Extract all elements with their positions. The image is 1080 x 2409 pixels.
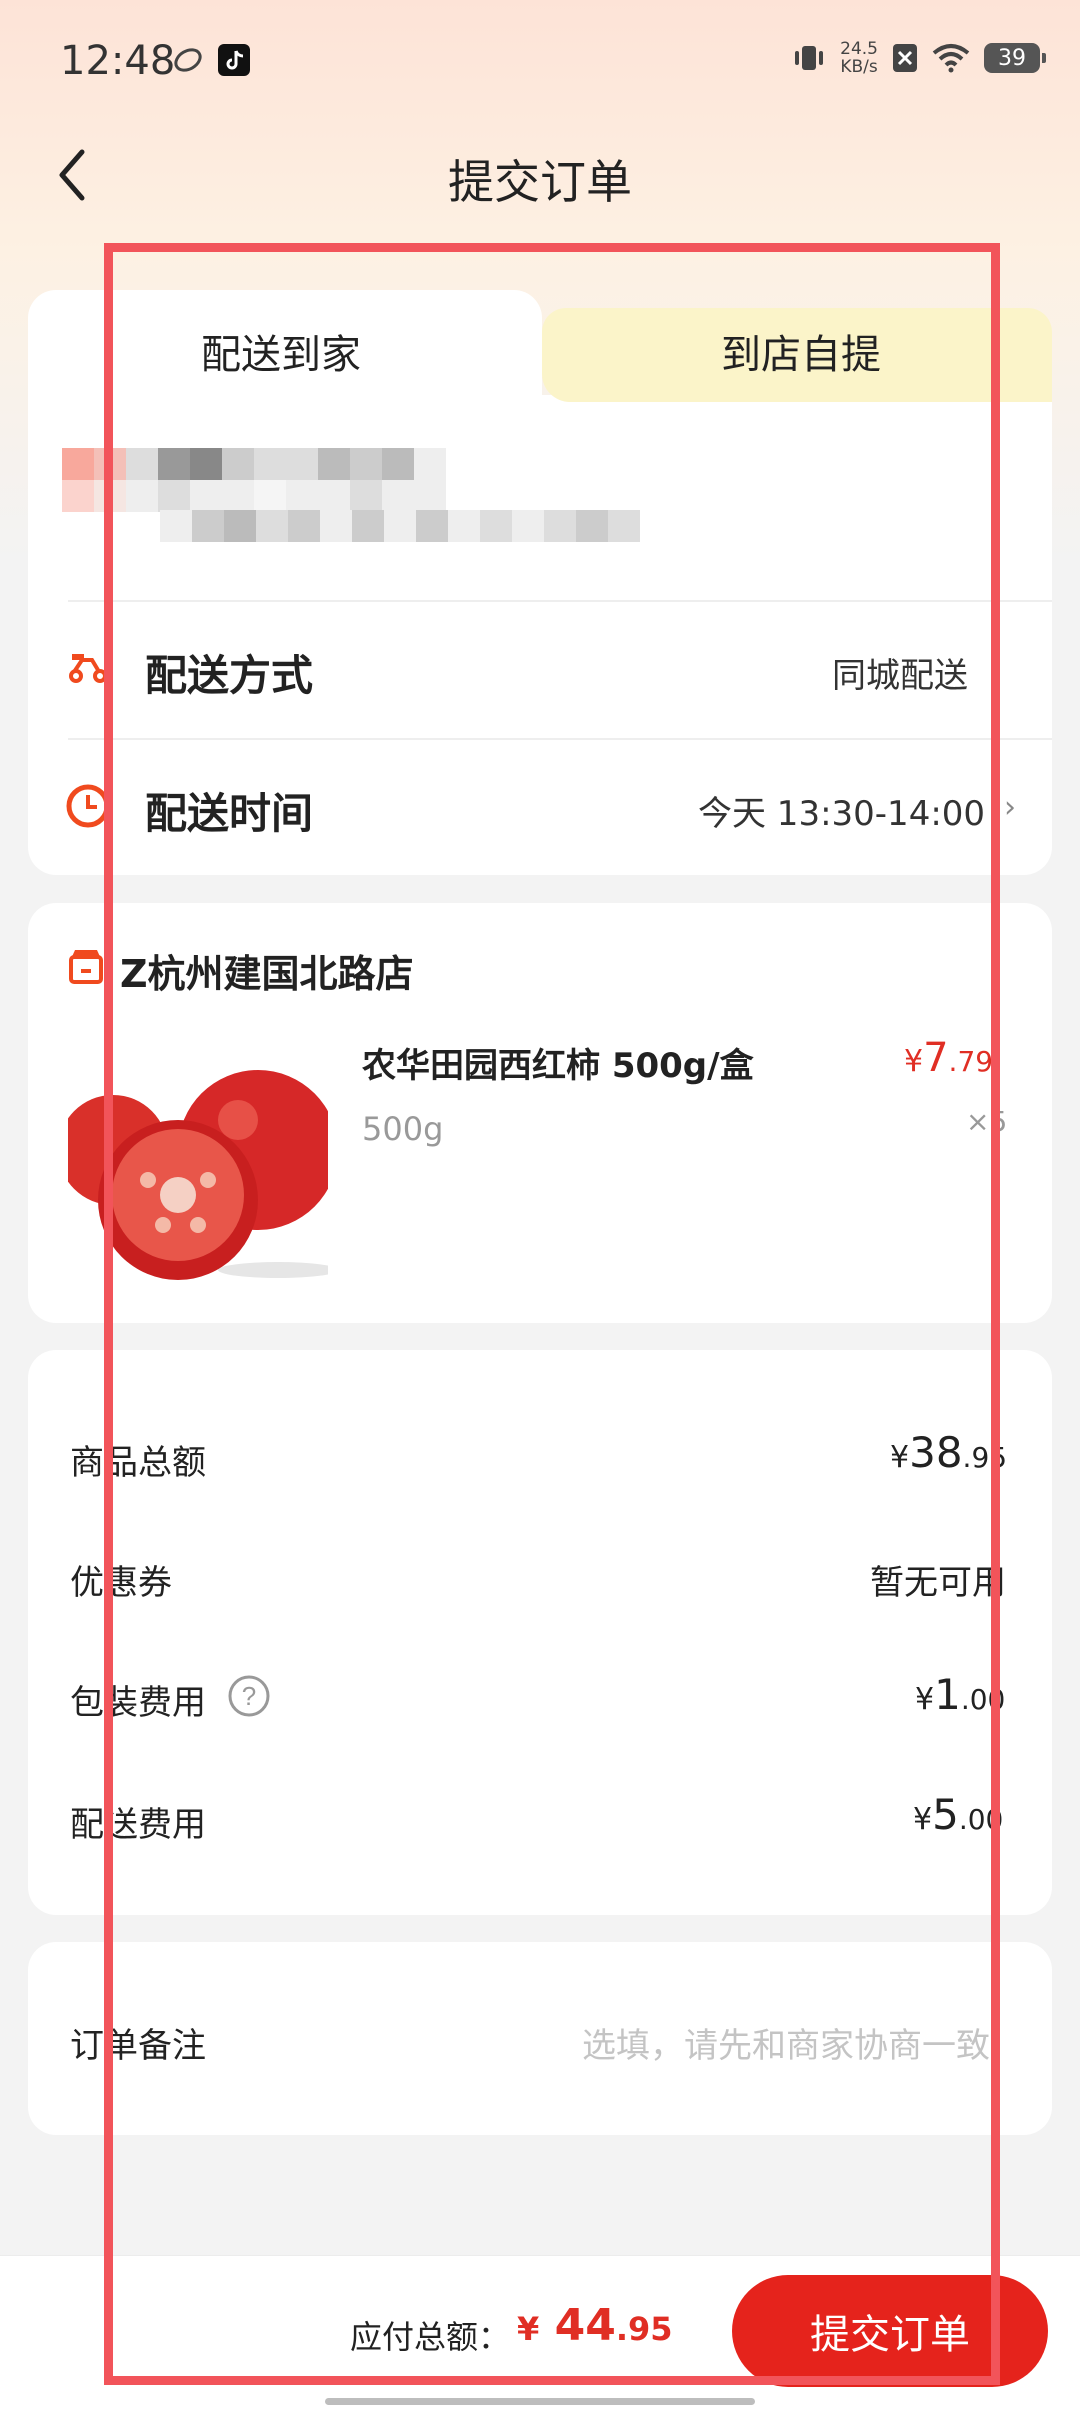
submit-order-button[interactable]: 提交订单 (732, 2275, 1048, 2387)
fee-label-packaging: 包装费用 (70, 1683, 206, 1723)
net-speed-unit: KB/s (840, 57, 878, 77)
fee-decimal: .00 (958, 1803, 1004, 1836)
tiktok-icon (218, 44, 250, 76)
price-integer: 7 (923, 1035, 949, 1081)
currency-symbol: ¥ (890, 1440, 910, 1475)
page-title: 提交订单 (448, 155, 632, 209)
currency-symbol: ¥ (517, 2310, 540, 2348)
fee-value-packaging: ¥1.00 (915, 1670, 1005, 1719)
help-icon[interactable]: ? (228, 1675, 270, 1717)
address-redacted[interactable] (62, 448, 542, 512)
coupon-value[interactable]: 暂无可用 (870, 1555, 1006, 1604)
fee-integer: 1 (934, 1670, 961, 1719)
currency-symbol: ¥ (904, 1044, 924, 1079)
wifi-icon (932, 44, 970, 73)
vibrate-icon (795, 46, 824, 70)
clock-icon (66, 784, 110, 828)
delivery-time-label: 配送时间 (145, 789, 314, 838)
battery-icon: 39 (984, 43, 1046, 73)
fee-value-delivery: ¥5.00 (913, 1790, 1003, 1839)
delivery-method-value[interactable]: 同城配送 (832, 648, 968, 697)
total-amount: ¥ 44.95 (517, 2300, 673, 2351)
price-decimal: .79 (948, 1045, 994, 1078)
status-time: 12:48 (60, 38, 176, 84)
product-price: ¥7.79 (904, 1035, 993, 1081)
divider (68, 600, 1052, 602)
net-speed: 24.5 KB/s (840, 40, 878, 76)
order-note-label: 订单备注 (70, 2026, 206, 2066)
fee-label-delivery: 配送费用 (70, 1805, 206, 1845)
home-indicator[interactable] (325, 2398, 755, 2405)
status-right: 24.5 KB/s 39 (792, 40, 1046, 76)
tab-store-pickup-label: 到店自提 (721, 332, 881, 378)
divider (68, 738, 1052, 740)
product-quantity: ×5 (966, 1105, 1008, 1138)
fee-label-coupon: 优惠券 (70, 1563, 172, 1603)
currency-symbol: ¥ (913, 1802, 933, 1837)
product-name[interactable]: 农华田园西红柿 500g/盒 (362, 1038, 754, 1087)
scooter-icon (69, 654, 107, 683)
status-bar: 12:48 24.5 KB/s 39 (0, 0, 1080, 125)
app-notification-icon (174, 48, 202, 72)
product-spec: 500g (362, 1110, 444, 1148)
delivery-method-label: 配送方式 (145, 651, 314, 700)
total-decimal: .95 (615, 2310, 673, 2348)
fee-decimal: .95 (962, 1441, 1008, 1474)
address-redacted-line2 (160, 510, 640, 542)
product-image[interactable] (68, 1030, 328, 1280)
net-speed-value: 24.5 (840, 39, 878, 59)
tab-home-delivery-label: 配送到家 (201, 332, 361, 378)
delivery-time-value[interactable]: 今天 13:30-14:00 (698, 786, 985, 835)
svg-text:?: ? (242, 1681, 256, 1711)
total-integer: 44 (554, 2300, 616, 2351)
chevron-right-icon[interactable]: › (1004, 790, 1016, 825)
total-label: 应付总额： (350, 2318, 511, 2356)
store-name[interactable]: Z杭州建国北路店 (120, 943, 414, 998)
fee-label-goods-total: 商品总额 (70, 1443, 206, 1483)
store-icon (69, 950, 103, 984)
sim-x-icon (893, 44, 917, 72)
fee-decimal: .00 (960, 1683, 1006, 1716)
fee-integer: 38 (909, 1428, 963, 1477)
fee-integer: 5 (932, 1790, 959, 1839)
currency-symbol: ¥ (915, 1682, 935, 1717)
order-note-input[interactable]: 选填，请先和商家协商一致 (582, 2018, 990, 2067)
fee-value-goods-total: ¥38.95 (890, 1428, 1007, 1477)
